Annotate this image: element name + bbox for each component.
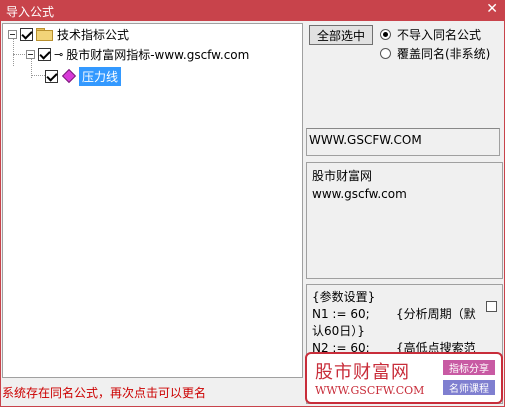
option-label: 不导入同名公式 <box>397 28 482 42</box>
key-icon: ⊸ <box>54 47 64 61</box>
status-message: 系统存在同名公式，再次点击可以更名 <box>2 386 207 400</box>
watermark-name: 股市财富网 <box>315 362 410 383</box>
option-skip-duplicates[interactable]: 不导入同名公式 <box>380 26 481 43</box>
params-line: N1 := 60; {分析周期（默 <box>312 307 476 321</box>
watermark-tag: 名师课程 <box>443 380 495 395</box>
formula-tree[interactable]: 技术指标公式 ⊸ 股市财富网指标-www.gscfw.com 压力线 <box>2 23 303 378</box>
item-checkbox[interactable] <box>45 69 58 83</box>
group-checkbox[interactable] <box>38 47 51 61</box>
description-box[interactable]: 股市财富网 www.gscfw.com <box>306 162 503 279</box>
watermark-logo: 股市财富网 WWW.GSCFW.COM 指标分享 名师课程 <box>305 352 503 404</box>
tree-node-label: 压力线 <box>79 66 122 86</box>
param-checkbox[interactable] <box>486 301 497 312</box>
params-line: 认60日）} <box>312 324 365 338</box>
collapse-toggle-icon[interactable] <box>26 49 35 59</box>
formula-icon <box>61 68 77 84</box>
watermark-tag: 指标分享 <box>443 360 495 375</box>
option-overwrite[interactable]: 覆盖同名(非系统) <box>380 45 490 62</box>
radio-button[interactable] <box>380 48 391 59</box>
tree-node-label: 技术指标公式 <box>57 27 130 42</box>
root-checkbox[interactable] <box>20 27 33 41</box>
params-line: {参数设置} <box>312 290 376 304</box>
tree-node-root[interactable]: 技术指标公式 <box>8 25 129 43</box>
source-url-field[interactable]: WWW.GSCFW.COM <box>306 128 500 156</box>
tree-node-item[interactable]: 压力线 <box>45 66 122 86</box>
description-line: 股市财富网 <box>312 169 373 183</box>
folder-icon <box>36 28 53 41</box>
window-title: 导入公式 <box>6 5 55 19</box>
description-line: www.gscfw.com <box>312 187 407 201</box>
watermark-site: WWW.GSCFW.COM <box>315 384 425 397</box>
radio-button[interactable] <box>380 29 391 40</box>
select-all-button[interactable]: 全部选中 <box>309 25 373 45</box>
tree-node-group[interactable]: ⊸ 股市财富网指标-www.gscfw.com <box>26 45 249 63</box>
close-icon[interactable]: ✕ <box>486 1 498 17</box>
option-label: 覆盖同名(非系统) <box>397 47 491 61</box>
title-bar: 导入公式 ✕ <box>0 0 505 21</box>
collapse-toggle-icon[interactable] <box>8 29 17 39</box>
tree-node-label: 股市财富网指标-www.gscfw.com <box>66 47 250 62</box>
